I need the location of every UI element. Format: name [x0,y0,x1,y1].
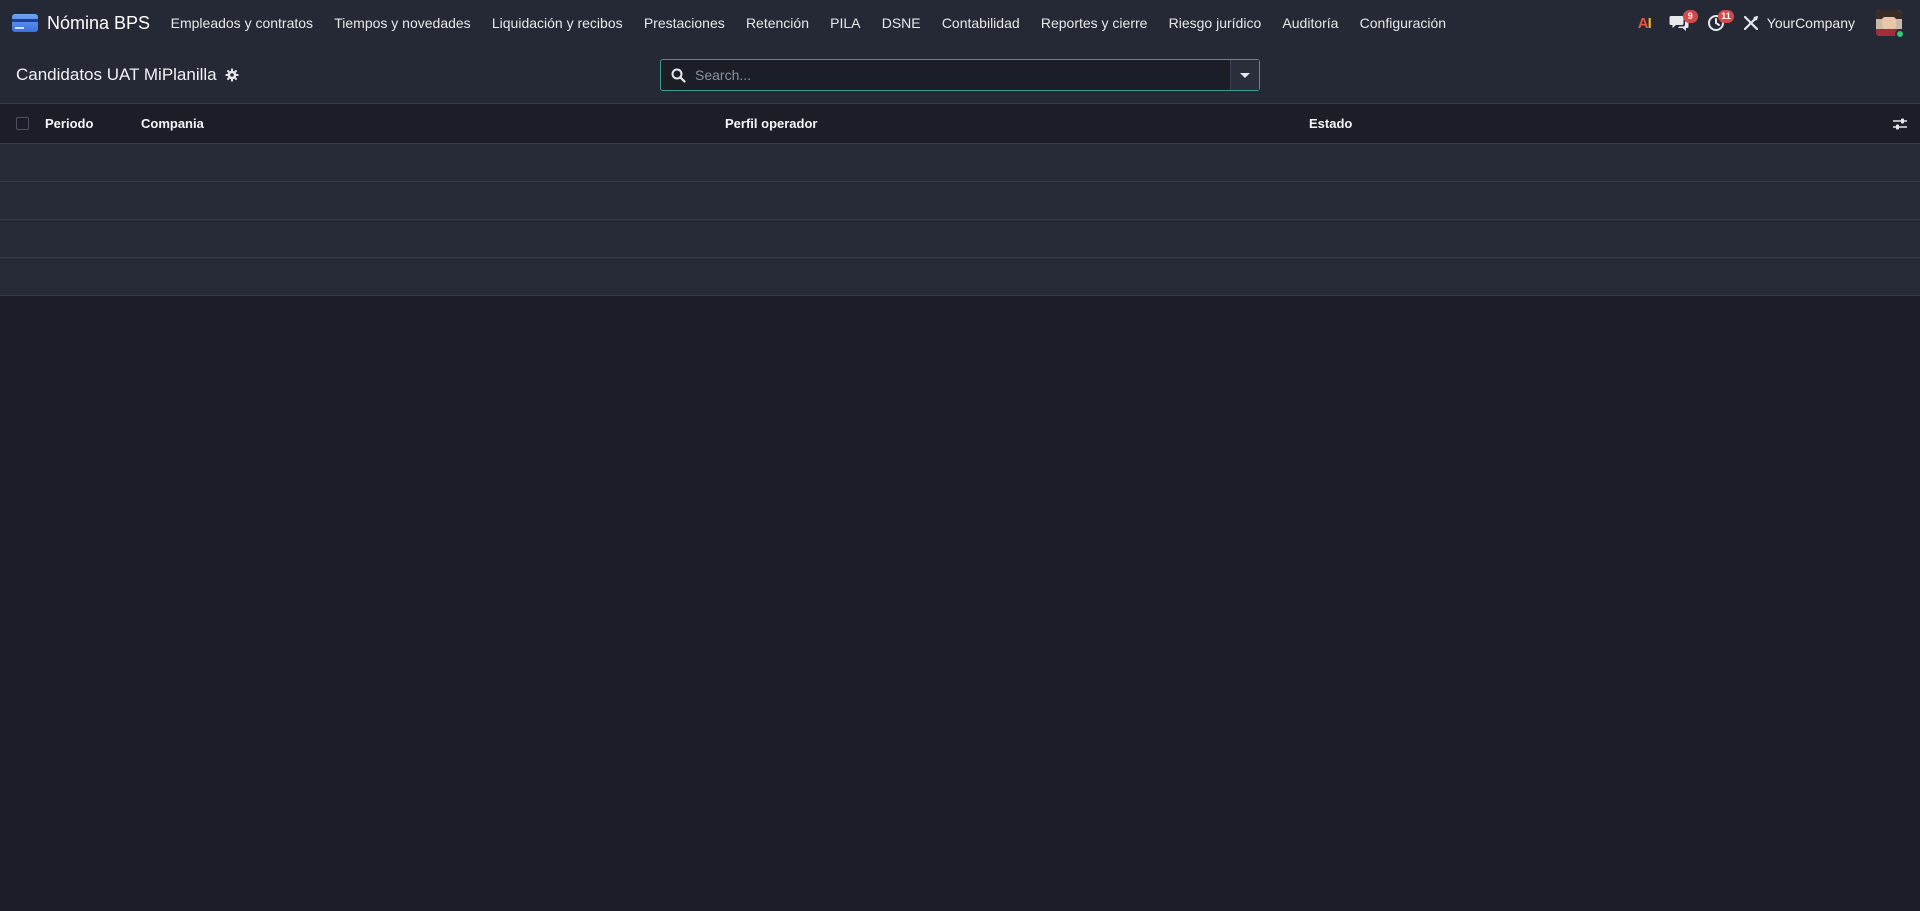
activities-button[interactable]: 11 [1698,0,1734,46]
list-view: Periodo Compania Perfil operador Estado [0,104,1920,296]
menu-item-pila[interactable]: PILA [820,0,872,46]
table-row [0,258,1920,296]
tools-icon [1743,15,1758,31]
menu-item-retencion[interactable]: Retención [735,0,819,46]
column-header-periodo[interactable]: Periodo [45,104,93,144]
activities-count-badge: 11 [1718,10,1734,23]
caret-down-icon [1240,72,1250,78]
menu-item-tiempos[interactable]: Tiempos y novedades [324,0,482,46]
menu-item-dsne[interactable]: DSNE [871,0,931,46]
column-header-perfil-operador[interactable]: Perfil operador [725,104,817,144]
table-row [0,220,1920,258]
search-icon [661,60,695,90]
company-switcher[interactable]: YourCompany [1734,0,1876,46]
page-title: Candidatos UAT MiPlanilla [16,65,217,84]
systray: AI 9 11 YourCompany [1629,0,1905,46]
search-options-toggle[interactable] [1230,60,1259,90]
app-brand[interactable]: Nómina BPS [12,13,150,34]
menu-item-riesgo[interactable]: Riesgo jurídico [1158,0,1272,46]
menu-item-configuracion[interactable]: Configuración [1349,0,1457,46]
main-navbar: Nómina BPS Empleados y contratos Tiempos… [0,0,1920,46]
menu-item-contabilidad[interactable]: Contabilidad [931,0,1030,46]
breadcrumb: Candidatos UAT MiPlanilla [16,46,239,104]
user-menu[interactable] [1876,10,1905,39]
column-header-estado[interactable]: Estado [1309,104,1352,144]
menu-item-reportes[interactable]: Reportes y cierre [1030,0,1158,46]
online-status-icon [1895,29,1905,39]
table-row [0,144,1920,182]
menu-item-prestaciones[interactable]: Prestaciones [633,0,735,46]
company-name: YourCompany [1766,15,1855,31]
optional-columns-icon[interactable] [1892,116,1908,132]
app-name: Nómina BPS [47,12,151,33]
ai-icon: AI [1637,14,1652,32]
messages-button[interactable]: 9 [1660,0,1698,46]
search-bar [660,59,1260,91]
control-panel: Candidatos UAT MiPlanilla [0,46,1920,104]
main-menu: Empleados y contratos Tiempos y novedade… [160,0,1457,46]
table-row [0,182,1920,220]
list-header: Periodo Compania Perfil operador Estado [0,104,1920,144]
payroll-card-icon [12,14,38,32]
ai-button[interactable]: AI [1629,0,1660,46]
column-header-compania[interactable]: Compania [141,104,204,144]
menu-item-liquidacion[interactable]: Liquidación y recibos [481,0,633,46]
search-input[interactable] [695,60,1230,90]
messages-count-badge: 9 [1682,10,1698,23]
menu-item-empleados[interactable]: Empleados y contratos [160,0,324,46]
select-all-checkbox[interactable] [16,117,29,130]
menu-item-auditoria[interactable]: Auditoría [1272,0,1349,46]
gear-icon[interactable] [225,68,239,82]
